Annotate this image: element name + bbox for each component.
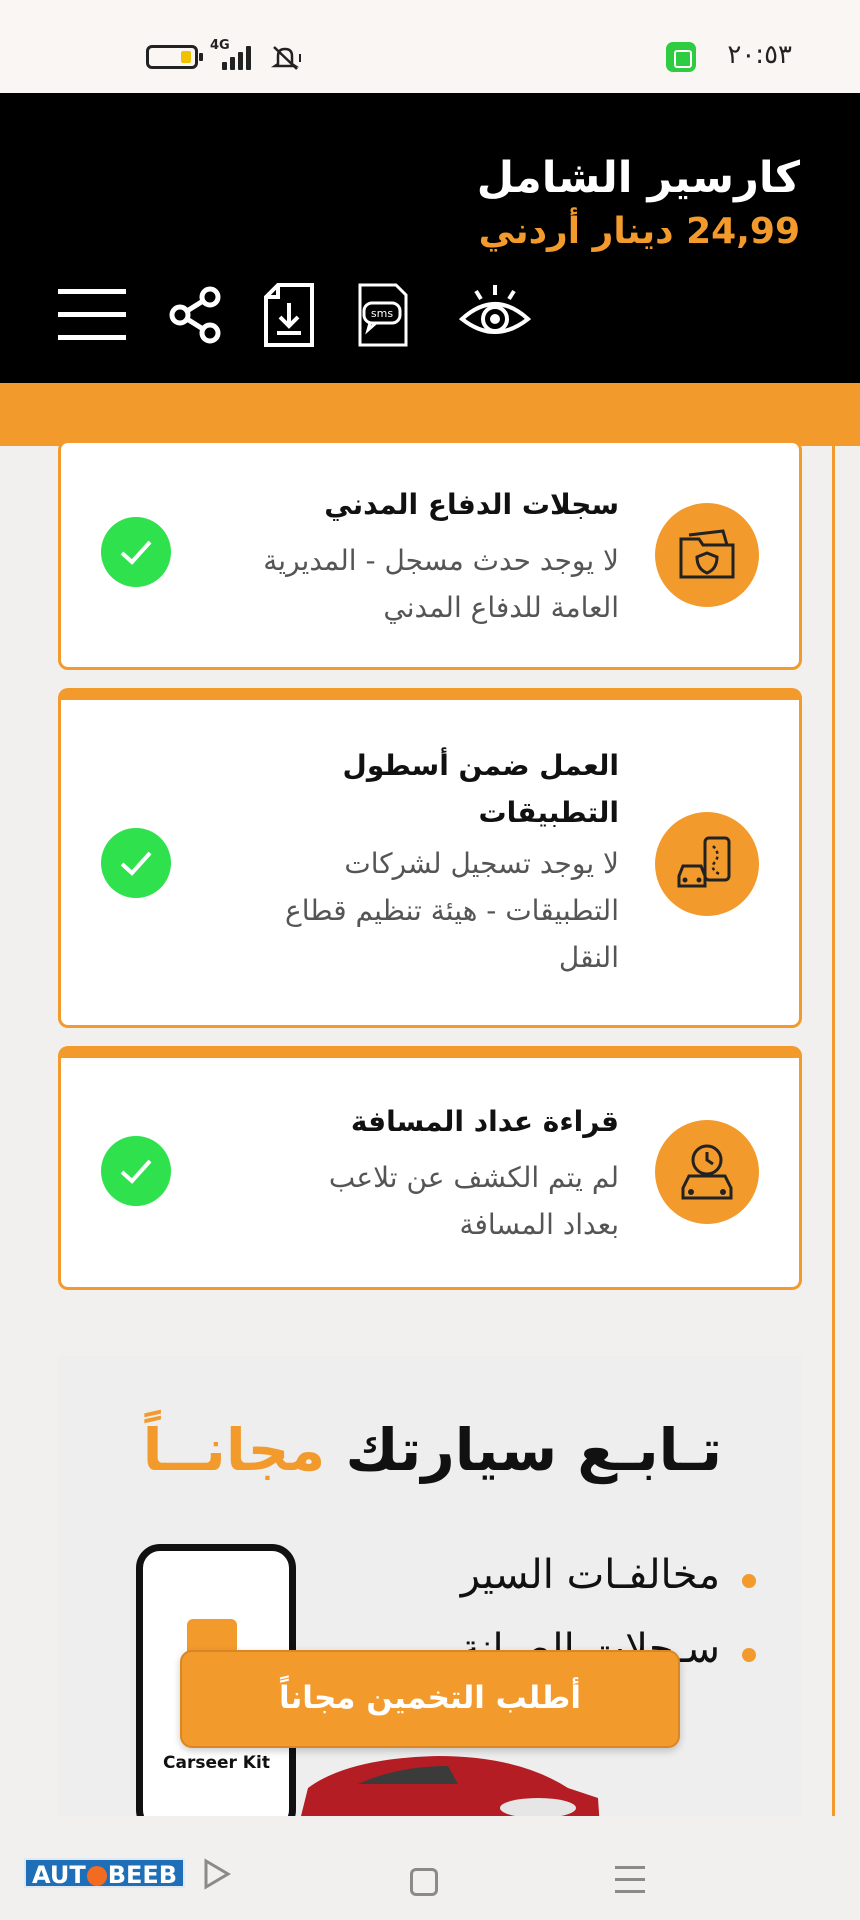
check-card-app-fleet: العمل ضمن أسطول التطبيقات لا يوجد تسجيل … [58, 688, 802, 1028]
report-price: 24,99 دينار أردني [478, 211, 800, 252]
status-time: ٢٠:٥٣ [727, 40, 792, 70]
card-description-line: لا يوجد حدث مسجل - المديرية [263, 544, 619, 577]
car-phone-route-icon [655, 812, 759, 916]
autobeeb-watermark: AUT BEEB [24, 1858, 186, 1889]
eye-icon[interactable] [458, 283, 532, 347]
status-bar: 4G ٢٠:٥٣ [0, 0, 860, 93]
brand-text-a: AUT [32, 1861, 86, 1889]
check-icon [101, 1136, 171, 1206]
card-title: قراءة عداد المسافة [350, 1105, 619, 1138]
download-document-icon[interactable] [262, 283, 318, 347]
card-description-line: العامة للدفاع المدني [383, 591, 619, 624]
promo-headline-main: تـابـع سيارتك [345, 1416, 722, 1484]
card-description-line: لم يتم الكشف عن تلاعب [328, 1161, 619, 1194]
check-icon [101, 828, 171, 898]
check-card-civil-defense: سجلات الدفاع المدني لا يوجد حدث مسجل - ا… [58, 440, 802, 670]
mute-icon [270, 46, 301, 70]
card-title: التطبيقات [478, 796, 619, 829]
sms-icon[interactable]: sms [356, 283, 410, 347]
app-screen: 4G ٢٠:٥٣ كارسير الشامل 24,99 دينار أردني [0, 0, 860, 1920]
card-title: سجلات الدفاع المدني [324, 488, 619, 521]
system-nav-bar: AUT BEEB [0, 1816, 860, 1920]
check-card-odometer: قراءة عداد المسافة لم يتم الكشف عن تلاعب… [58, 1046, 802, 1290]
promo-headline: تـابـع سيارتك مجانــاً [143, 1416, 722, 1484]
promo-headline-free: مجانــاً [142, 1416, 326, 1484]
header-accent-strip [0, 383, 860, 446]
report-header: كارسير الشامل 24,99 دينار أردني sms [0, 93, 860, 383]
nav-home-icon[interactable] [410, 1868, 438, 1896]
car-illustration [301, 1756, 600, 1816]
nav-recents-icon[interactable] [615, 1866, 645, 1902]
promo-bullet: مخالفـات السير [460, 1552, 757, 1598]
report-title: كارسير الشامل [476, 153, 800, 203]
menu-icon[interactable] [56, 283, 128, 347]
phone-label: Carseer Kit [163, 1753, 270, 1773]
request-valuation-button[interactable]: أطلب التخمين مجاناً [180, 1650, 680, 1748]
card-description-line: بعداد المسافة [459, 1208, 619, 1241]
check-icon [101, 517, 171, 587]
svg-text:sms: sms [371, 307, 393, 320]
request-valuation-label: أطلب التخمين مجاناً [279, 1680, 581, 1716]
card-description-line: لا يوجد تسجيل لشركات [344, 847, 619, 880]
folder-shield-icon [655, 503, 759, 607]
card-description-line: التطبيقات - هيئة تنظيم قطاع [285, 894, 619, 927]
app-notification-icon [666, 42, 696, 72]
car-clock-icon [655, 1120, 759, 1224]
timeline-line [832, 446, 835, 1816]
nav-back-icon[interactable] [203, 1858, 231, 1890]
card-description-line: النقل [558, 941, 619, 974]
share-icon[interactable] [166, 283, 224, 347]
card-title: العمل ضمن أسطول [342, 749, 619, 782]
signal-icon [222, 46, 256, 70]
brand-o-icon [86, 1866, 107, 1886]
brand-text-b: BEEB [107, 1861, 178, 1889]
battery-icon [146, 45, 203, 69]
